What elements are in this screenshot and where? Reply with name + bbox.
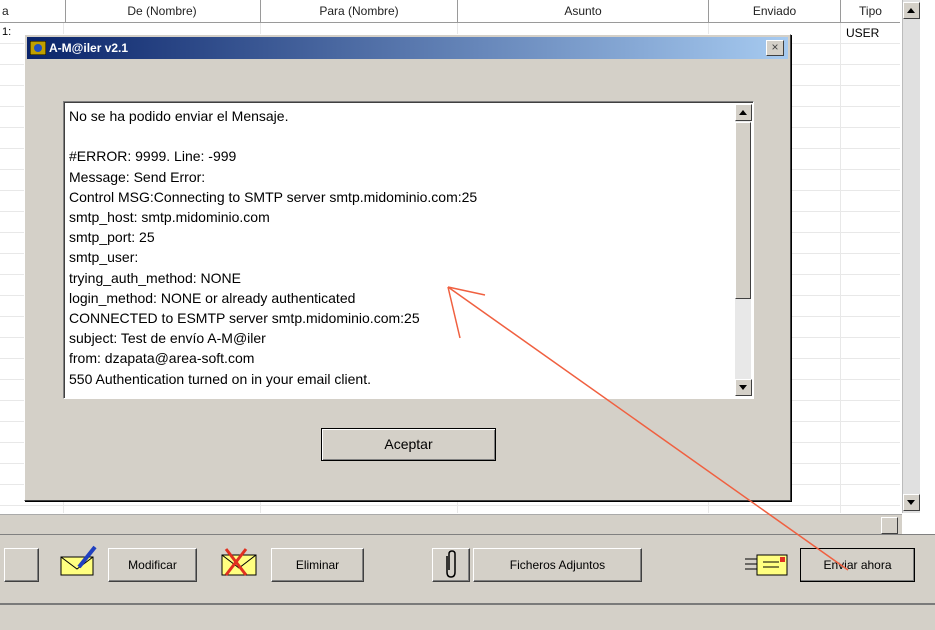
message-line: smtp_user:: [69, 249, 139, 266]
attachments-icon-button[interactable]: [432, 548, 470, 582]
column-header-subject[interactable]: Asunto: [458, 0, 709, 22]
column-header-sent[interactable]: Enviado: [709, 0, 841, 22]
grid-header: a De (Nombre) Para (Nombre) Asunto Envia…: [0, 0, 900, 23]
envelope-pencil-icon: [60, 545, 97, 576]
table-cell: 1:: [2, 26, 12, 38]
ok-button[interactable]: Aceptar: [321, 428, 496, 461]
message-line: subject: Test de envío A-M@iler: [69, 330, 266, 347]
status-bar: [0, 603, 935, 630]
dialog-title-bar[interactable]: A-M@iler v2.1 ×: [27, 37, 788, 59]
grid-horizontal-scrollbar[interactable]: [0, 514, 902, 535]
message-line: from: dzapata@area-soft.com: [69, 350, 255, 367]
message-line: No se ha podido enviar el Mensaje.: [69, 108, 289, 124]
message-line: #ERROR: 9999. Line: -999: [69, 148, 237, 165]
scroll-up-button[interactable]: [903, 2, 920, 19]
table-cell-type: USER: [846, 26, 880, 40]
message-line: Control MSG:Connecting to SMTP server sm…: [69, 188, 478, 205]
message-line: 550 Authentication turned on in your ema…: [69, 370, 371, 387]
toolbar-blank-button[interactable]: [4, 548, 39, 582]
error-message-box[interactable]: No se ha podido enviar el Mensaje. #ERRO…: [63, 101, 754, 399]
column-header-to[interactable]: Para (Nombre): [261, 0, 458, 22]
send-now-button[interactable]: Enviar ahora: [800, 548, 915, 582]
error-dialog: A-M@iler v2.1 × No se ha podido enviar e…: [24, 34, 791, 501]
close-button[interactable]: ×: [766, 40, 784, 56]
scroll-right-button[interactable]: [881, 517, 898, 534]
bottom-toolbar: Modificar Eliminar Ficheros Adjuntos Env…: [0, 534, 935, 603]
message-line: Message: Send Error:: [69, 168, 206, 185]
envelope-x-icon: [221, 548, 257, 576]
grid-vertical-scrollbar[interactable]: [902, 0, 920, 513]
message-scroll-down-button[interactable]: [735, 379, 752, 396]
envelope-send-icon: [745, 554, 788, 576]
column-header-a[interactable]: a: [0, 0, 66, 22]
paperclip-icon: [446, 550, 456, 578]
message-line: trying_auth_method: NONE: [69, 269, 241, 286]
attachments-button[interactable]: Ficheros Adjuntos: [473, 548, 642, 582]
message-line: [69, 126, 731, 146]
scroll-down-button[interactable]: [903, 494, 920, 511]
delete-button[interactable]: Eliminar: [271, 548, 364, 582]
app-icon: [30, 41, 46, 55]
message-scroll-thumb[interactable]: [735, 122, 751, 299]
error-message-text: No se ha podido enviar el Mensaje. #ERRO…: [69, 106, 731, 389]
message-scrollbar[interactable]: [735, 104, 752, 396]
column-header-from[interactable]: De (Nombre): [64, 0, 261, 22]
message-line: login_method: NONE or already authentica…: [69, 289, 356, 306]
message-line: smtp_host: smtp.midominio.com: [69, 209, 270, 226]
message-line: CONNECTED to ESMTP server smtp.midominio…: [69, 310, 420, 327]
dialog-title: A-M@iler v2.1: [49, 41, 129, 55]
message-scroll-up-button[interactable]: [735, 104, 752, 121]
message-line: smtp_port: 25: [69, 229, 155, 246]
column-header-type[interactable]: Tipo: [841, 0, 900, 22]
modify-button[interactable]: Modificar: [108, 548, 197, 582]
